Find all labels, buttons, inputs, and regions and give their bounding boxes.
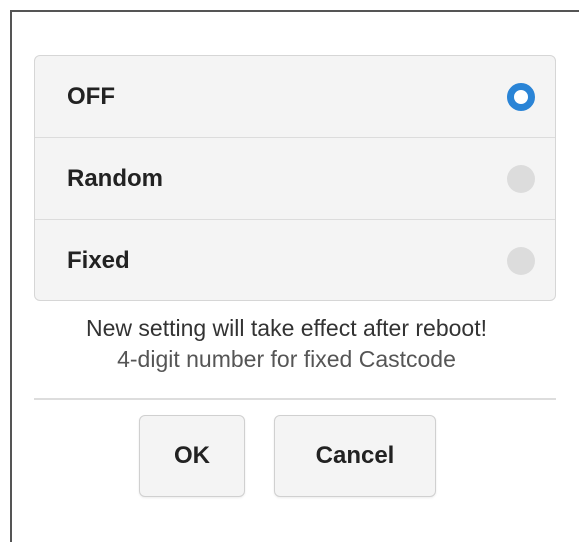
castcode-option-list: OFF Random Fixed xyxy=(34,55,556,301)
radio-unselected-icon[interactable] xyxy=(507,247,535,275)
ok-button[interactable]: OK xyxy=(139,415,245,497)
divider xyxy=(34,398,556,400)
castcode-dialog: OFF Random Fixed New setting will take e… xyxy=(10,10,579,542)
option-fixed[interactable]: Fixed xyxy=(35,220,555,300)
option-random[interactable]: Random xyxy=(35,138,555,220)
radio-unselected-icon[interactable] xyxy=(507,164,535,193)
option-label: Fixed xyxy=(67,247,130,274)
option-label: OFF xyxy=(67,82,115,110)
castcode-hint: 4-digit number for fixed Castcode xyxy=(117,346,456,372)
reboot-notice: New setting will take effect after reboo… xyxy=(86,315,487,341)
option-label: Random xyxy=(67,164,163,192)
radio-selected-icon[interactable] xyxy=(507,82,535,111)
cancel-button[interactable]: Cancel xyxy=(274,415,436,497)
option-off[interactable]: OFF xyxy=(35,56,555,138)
